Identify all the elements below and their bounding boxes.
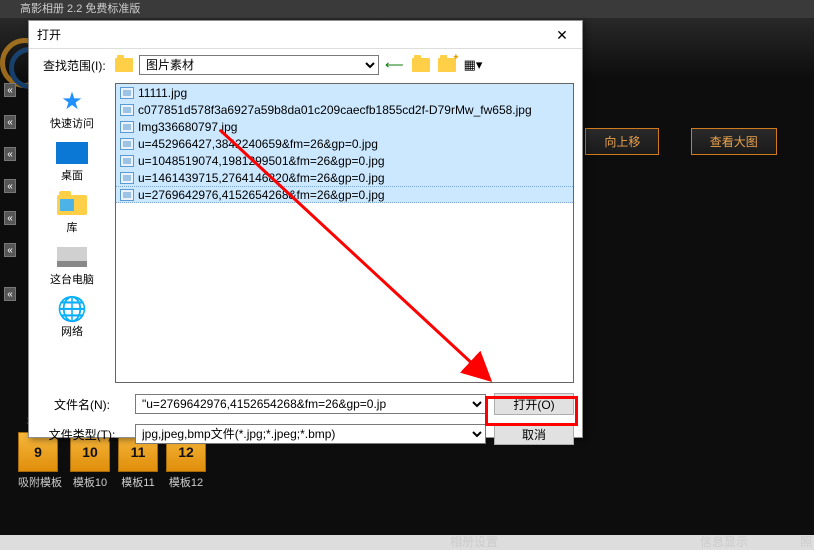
folder-icon — [115, 58, 133, 72]
places-bar: ★ 快速访问 桌面 库 这台电脑 🌐 网络 — [29, 81, 115, 391]
info-display-label: 信息显示 — [700, 533, 748, 550]
chevron-up-icon[interactable]: « — [4, 179, 16, 193]
list-item[interactable]: c077851d578f3a6927a59b8da01c209caecfb185… — [116, 101, 573, 118]
filename-label: 文件名(N): — [37, 396, 127, 413]
filetype-select[interactable]: jpg,jpeg,bmp文件(*.jpg;*.jpeg;*.bmp) — [135, 424, 486, 444]
up-folder-icon[interactable] — [412, 58, 430, 72]
place-libraries[interactable]: 库 — [29, 191, 115, 235]
list-item[interactable]: u=1461439715,2764146820&fm=26&gp=0.jpg — [116, 169, 573, 186]
star-icon: ★ — [54, 87, 90, 115]
left-chevrons: « « « « « « « — [4, 83, 16, 319]
image-file-icon — [120, 104, 134, 116]
image-file-icon — [120, 155, 134, 167]
image-file-icon — [120, 121, 134, 133]
chevron-up-icon[interactable]: « — [4, 211, 16, 225]
image-file-icon — [120, 87, 134, 99]
chevron-up-icon[interactable]: « — [4, 147, 16, 161]
album-settings-label: 相册设置 — [450, 533, 498, 550]
file-open-dialog: 打开 ✕ 查找范围(I): 图片素材 ⟵ ▦▾ ★ 快速访问 桌面 — [28, 20, 583, 438]
library-icon — [57, 195, 87, 215]
cancel-button[interactable]: 取消 — [494, 423, 574, 445]
image-file-icon — [120, 189, 134, 201]
chevron-up-icon[interactable]: « — [4, 287, 16, 301]
list-item[interactable]: Img336680797.jpg — [116, 118, 573, 135]
chevron-up-icon[interactable]: « — [4, 115, 16, 129]
place-desktop[interactable]: 桌面 — [29, 139, 115, 183]
image-file-icon — [120, 138, 134, 150]
list-item[interactable]: u=2769642976,4152654268&fm=26&gp=0.jpg — [116, 186, 573, 203]
list-item[interactable]: u=1048519074,1981299501&fm=26&gp=0.jpg — [116, 152, 573, 169]
image-file-icon — [120, 172, 134, 184]
view-large-button[interactable]: 查看大图 — [691, 128, 777, 155]
dialog-title: 打开 — [37, 26, 61, 43]
lookin-label: 查找范围(I): — [39, 57, 109, 74]
app-title-bar: 高影相册 2.2 免费标准版 — [0, 0, 814, 18]
app-title: 高影相册 2.2 免费标准版 — [20, 3, 140, 15]
list-item[interactable]: u=452966427,3842240659&fm=26&gp=0.jpg — [116, 135, 573, 152]
file-list[interactable]: 11111.jpg c077851d578f3a6927a59b8da01c20… — [115, 83, 574, 383]
list-item[interactable]: 11111.jpg — [116, 84, 573, 101]
photo-label: 照 — [800, 533, 812, 550]
back-icon[interactable]: ⟵ — [385, 57, 404, 73]
place-quick-access[interactable]: ★ 快速访问 — [29, 87, 115, 131]
new-folder-icon[interactable] — [438, 58, 456, 72]
chevron-up-icon[interactable]: « — [4, 243, 16, 257]
lookin-select[interactable]: 图片素材 — [139, 55, 379, 75]
place-network[interactable]: 🌐 网络 — [29, 295, 115, 339]
move-up-button[interactable]: 向上移 — [585, 128, 659, 155]
network-icon: 🌐 — [54, 295, 90, 323]
filetype-label: 文件类型(T): — [37, 426, 127, 443]
desktop-icon — [56, 142, 88, 164]
pc-icon — [57, 247, 87, 267]
close-icon[interactable]: ✕ — [548, 25, 576, 45]
place-this-pc[interactable]: 这台电脑 — [29, 243, 115, 287]
view-menu-icon[interactable]: ▦▾ — [464, 57, 483, 73]
filename-input[interactable]: "u=2769642976,4152654268&fm=26&gp=0.jp — [135, 394, 486, 414]
open-button[interactable]: 打开(O) — [494, 393, 574, 415]
chevron-up-icon[interactable]: « — [4, 83, 16, 97]
